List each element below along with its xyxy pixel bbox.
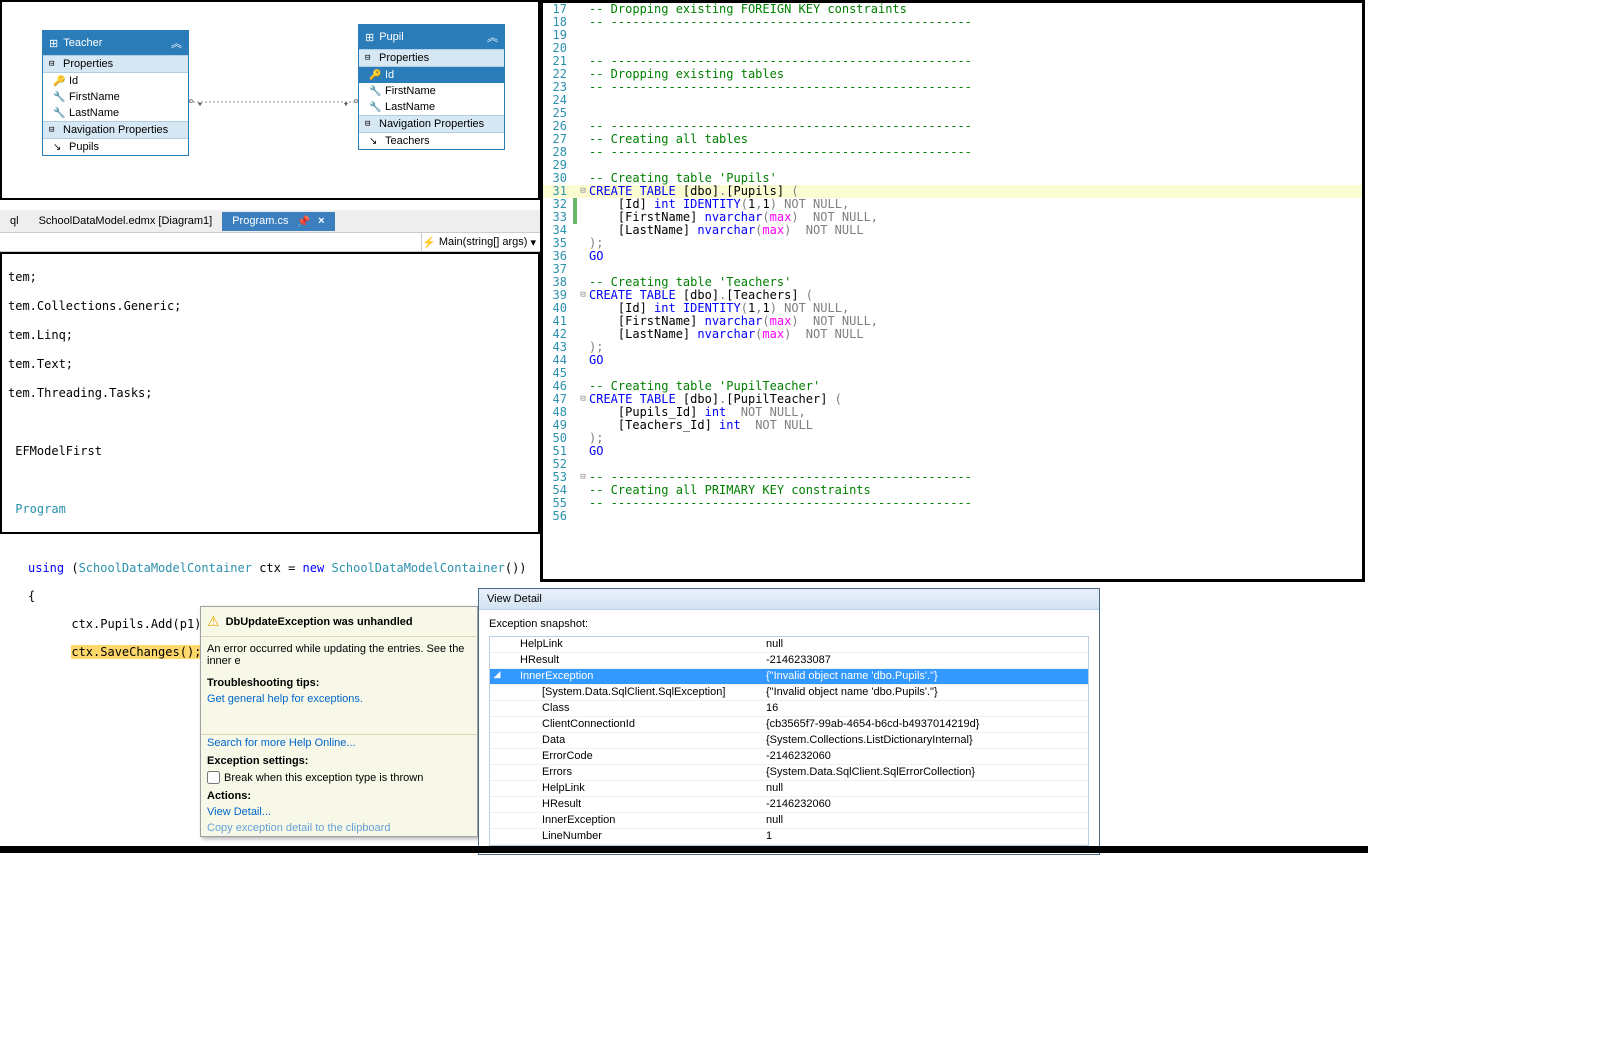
wrench-icon: 🔧 [53,92,65,103]
property-row[interactable]: Data{System.Collections.ListDictionaryIn… [490,733,1088,749]
property-row[interactable]: ◢InnerException{"Invalid object name 'db… [490,669,1088,685]
association-line [189,97,358,107]
connector-dot [189,99,193,103]
property-row[interactable]: HelpLinknull [490,637,1088,653]
navigation-bar: ⚡ Main(string[] args) ▾ [0,232,540,252]
entity-prop-firstname[interactable]: 🔧FirstName [359,83,504,99]
entity-prop-lastname[interactable]: 🔧LastName [43,105,188,121]
property-row[interactable]: Class16 [490,701,1088,717]
entity-teacher-header[interactable]: ⊞ Teacher ︽ [43,31,188,55]
member-dropdown[interactable]: ⚡ Main(string[] args) ▾ [422,236,540,249]
entity-prop-firstname[interactable]: 🔧FirstName [43,89,188,105]
entity-prop-lastname[interactable]: 🔧LastName [359,99,504,115]
property-row[interactable]: ClientConnectionId{cb3565f7-99ab-4654-b6… [490,717,1088,733]
property-row[interactable]: Errors{System.Data.SqlClient.SqlErrorCol… [490,765,1088,781]
property-row[interactable]: HelpLinknull [490,781,1088,797]
actions-header: Actions: [201,786,477,804]
entity-prop-id[interactable]: 🔑Id [359,67,504,83]
table-icon: ⊞ [365,31,374,44]
exception-title: DbUpdateException was unhandled [226,616,413,628]
property-row[interactable]: HResult-2146232060 [490,797,1088,813]
entity-pupil-header[interactable]: ⊞ Pupil ︽ [359,25,504,49]
exception-message: An error occurred while updating the ent… [201,637,477,673]
nav-icon: ↘ [53,142,61,153]
editor-tabbar: ql SchoolDataModel.edmx [Diagram1] Progr… [0,210,540,232]
entity-title: Teacher [63,37,102,49]
entity-title: Pupil [379,31,403,43]
entity-teacher[interactable]: ⊞ Teacher ︽ ⊟Properties 🔑Id 🔧FirstName 🔧… [42,30,189,156]
close-icon[interactable]: × [318,215,324,227]
view-detail-window[interactable]: View Detail Exception snapshot: HelpLink… [478,588,1100,855]
view-detail-title: View Detail [479,589,1099,610]
nav-properties-header[interactable]: ⊟Navigation Properties [359,115,504,133]
table-icon: ⊞ [49,37,58,50]
code-editor[interactable]: tem; tem.Collections.Generic; tem.Linq; … [0,252,540,534]
wrench-icon: 🔧 [369,102,381,113]
property-row[interactable]: InnerExceptionnull [490,813,1088,829]
break-on-exception-checkbox[interactable] [207,771,220,784]
tab-ql[interactable]: ql [0,212,29,230]
tab-program[interactable]: Program.cs 📌 × [222,212,334,231]
nav-properties-header[interactable]: ⊟Navigation Properties [43,121,188,139]
properties-header[interactable]: ⊟Properties [43,55,188,73]
multiplicity-left: * [198,101,202,112]
sql-editor[interactable]: 17-- Dropping existing FOREIGN KEY const… [540,0,1365,582]
class-dropdown[interactable] [0,236,421,248]
entity-prop-id[interactable]: 🔑Id [43,73,188,89]
view-detail-link[interactable]: View Detail... [201,804,477,820]
property-row[interactable]: ErrorCode-2146232060 [490,749,1088,765]
snapshot-label: Exception snapshot: [489,618,1089,630]
entity-nav-teachers[interactable]: ↘Teachers [359,133,504,149]
wrench-icon: 🔧 [53,108,65,119]
nav-icon: ↘ [369,136,377,147]
property-row[interactable]: [System.Data.SqlClient.SqlException]{"In… [490,685,1088,701]
property-grid[interactable]: HelpLinknullHResult-2146233087◢InnerExce… [489,636,1089,846]
key-icon: 🔑 [53,76,65,87]
entity-nav-pupils[interactable]: ↘Pupils [43,139,188,155]
exception-tooltip: ⚠ DbUpdateException was unhandled An err… [200,606,478,837]
tab-diagram[interactable]: SchoolDataModel.edmx [Diagram1] [29,212,223,230]
search-help-link[interactable]: Search for more Help Online... [201,735,477,751]
warning-icon: ⚠ [207,613,220,630]
connector-dot [354,99,358,103]
edmx-diagram[interactable]: ⊞ Teacher ︽ ⊟Properties 🔑Id 🔧FirstName 🔧… [0,0,540,200]
copy-detail-link[interactable]: Copy exception detail to the clipboard [201,820,477,836]
wrench-icon: 🔧 [369,86,381,97]
collapse-icon[interactable]: ︽ [171,35,182,51]
exception-highlight: ctx.SaveChanges(); [71,645,201,659]
property-row[interactable]: HResult-2146233087 [490,653,1088,669]
chevron-down-icon: ▾ [530,236,536,249]
collapse-icon[interactable]: ︽ [487,29,498,45]
entity-pupil[interactable]: ⊞ Pupil ︽ ⊟Properties 🔑Id 🔧FirstName 🔧La… [358,24,505,150]
multiplicity-right: * [344,101,348,112]
property-row[interactable]: LineNumber1 [490,829,1088,845]
help-exceptions-link[interactable]: Get general help for exceptions. [201,691,477,707]
properties-header[interactable]: ⊟Properties [359,49,504,67]
lightning-icon: ⚡ [422,236,436,249]
settings-header: Exception settings: [201,751,477,769]
key-icon: 🔑 [369,70,381,81]
tips-header: Troubleshooting tips: [201,673,477,691]
bottom-border [0,846,1368,853]
pin-icon[interactable]: 📌 [296,215,310,228]
